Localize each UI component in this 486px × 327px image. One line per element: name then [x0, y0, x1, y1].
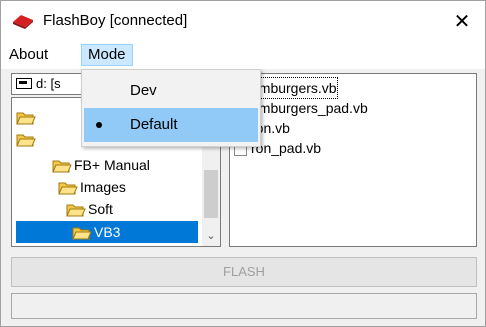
tree-item-label: Images — [80, 179, 126, 195]
flash-chip-icon — [13, 15, 33, 29]
menu-option-label: Dev — [130, 82, 157, 99]
file-item-label: amburgers.vb — [251, 80, 337, 96]
status-bar — [11, 293, 477, 319]
menu-about[interactable]: About — [3, 44, 54, 66]
close-button[interactable]: ✕ — [439, 1, 485, 41]
file-list[interactable]: amburgers.vb amburgers_pad.vb ron.vb ron… — [229, 73, 477, 247]
tree-item-selected[interactable]: VB3 — [16, 221, 198, 243]
tree-item[interactable] — [16, 106, 38, 128]
main-window: FlashBoy [connected] ✕ About Mode d: [s … — [0, 0, 486, 327]
scroll-down-icon[interactable]: ⌄ — [202, 229, 220, 242]
menu-mode[interactable]: Mode — [81, 44, 133, 66]
folder-open-icon — [16, 134, 36, 147]
mode-dropdown-menu: Dev Default — [81, 69, 261, 147]
file-item-label: amburgers_pad.vb — [251, 100, 368, 116]
tree-item[interactable]: Soft — [66, 198, 113, 220]
flash-button[interactable]: FLASH — [11, 257, 477, 287]
tree-item[interactable] — [16, 128, 38, 150]
close-icon: ✕ — [453, 10, 471, 33]
tree-item[interactable]: FB+ Manual — [52, 154, 150, 176]
folder-open-icon — [16, 112, 36, 125]
scrollbar-thumb[interactable] — [204, 170, 218, 218]
tree-item-label: FB+ Manual — [74, 157, 150, 173]
drive-icon — [16, 78, 32, 89]
tree-item[interactable]: Images — [58, 176, 126, 198]
menu-option-label: Default — [130, 116, 178, 133]
folder-open-icon — [72, 227, 92, 240]
window-title: FlashBoy [connected] — [43, 12, 188, 29]
tree-item-label: Soft — [88, 201, 113, 217]
file-item-label: ron_pad.vb — [251, 140, 322, 156]
menu-bar: About Mode — [1, 41, 485, 69]
folder-open-icon — [52, 160, 72, 173]
drive-label: d: [s — [36, 76, 61, 91]
folder-open-icon — [66, 204, 86, 217]
radio-bullet-icon — [96, 122, 102, 128]
mode-option-default[interactable]: Default — [84, 108, 258, 142]
title-bar: FlashBoy [connected] ✕ — [1, 1, 485, 41]
folder-open-icon — [58, 182, 78, 195]
tree-item-label: VB3 — [94, 224, 121, 240]
mode-option-dev[interactable]: Dev — [84, 74, 258, 108]
